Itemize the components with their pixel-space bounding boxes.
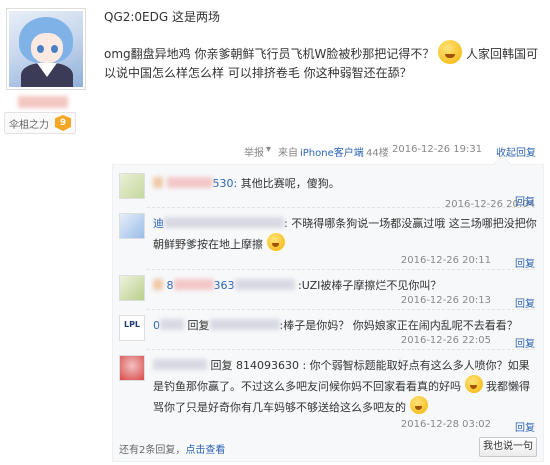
source-link[interactable]: iPhone客户端 <box>300 144 364 159</box>
user-icon-blurred <box>153 279 163 290</box>
more-replies-text: 还有2条回复， <box>119 445 186 456</box>
reply-avatar[interactable] <box>119 213 145 239</box>
grin-emoji-icon <box>266 233 285 251</box>
post-body-text-1: omg翻盘异地鸡 你亲爹朝鲜飞行员飞机W脸被秒那把记得不？ <box>104 47 435 61</box>
reply-time: 2016-12-26 22:05 <box>400 335 491 346</box>
reply-avatar[interactable] <box>119 355 145 381</box>
laugh-emoji-icon <box>409 396 428 414</box>
post-content: QG2:0EDG 这是两场 omg翻盘异地鸡 你亲爹朝鲜飞行员飞机W脸被秒那把记… <box>104 8 544 83</box>
reply-prefix: 回复 <box>187 319 210 332</box>
reply-avatar[interactable]: LPL <box>119 315 145 341</box>
post-title: QG2:0EDG 这是两场 <box>104 10 220 24</box>
reply-button[interactable]: 回复 <box>515 419 535 434</box>
reply-username-blurred[interactable] <box>153 359 207 370</box>
reply-content: 其他比赛呢，傻狗。 <box>240 177 340 190</box>
reply-content: :棒子是你妈？ 你妈娘家正在闹内乱呢不去看看？ <box>279 319 518 332</box>
reply-text: 0 回复 :棒子是你妈？ 你妈娘家正在闹内乱呢不去看看？ <box>153 317 537 335</box>
reply-time: 2016-12-26 20:11 <box>400 255 491 266</box>
chevron-down-icon[interactable]: ▾ <box>266 144 271 155</box>
badge-level-icon: 9 <box>55 115 71 131</box>
view-more-link[interactable]: 点击查看 <box>185 445 225 456</box>
reply-username-head[interactable]: 8 <box>167 279 174 292</box>
floor-number: 44楼 <box>366 148 389 159</box>
reply-content: :UZI被棒子摩擦烂不见你叫？ <box>298 279 442 292</box>
source-prefix: 来自 <box>278 148 298 159</box>
divider <box>147 207 535 208</box>
reply-username-blurred-2[interactable] <box>234 279 295 290</box>
reply-username-blurred[interactable] <box>164 217 284 228</box>
reply-button[interactable]: 回复 <box>515 295 535 310</box>
reply-text: 迪: 不晓得哪条狗说一场都没赢过哦 这三场哪把没把你朝鲜野爹按在地上摩擦 <box>153 217 537 251</box>
reply-avatar[interactable] <box>119 275 145 301</box>
post-time: 2016-12-26 19:31 <box>392 144 483 155</box>
surprised-emoji-icon <box>438 40 463 64</box>
reply-button[interactable]: 回复 <box>515 255 535 270</box>
divider <box>147 309 535 310</box>
reply-username-blurred[interactable] <box>160 319 184 330</box>
reply-list: 530: 其他比赛呢，傻狗。 2016-12-26 20:04 回复 迪: 不晓… <box>112 164 544 462</box>
reply-username-blurred[interactable] <box>173 279 214 290</box>
divider <box>147 349 535 350</box>
reply-text: 530: 其他比赛呢，傻狗。 <box>153 175 537 193</box>
reply-target-blurred[interactable] <box>209 319 280 330</box>
reply-username-head[interactable]: 迪 <box>153 217 164 230</box>
reply-time: 2016-12-28 03:02 <box>400 419 491 430</box>
reply-username-tail[interactable]: 530: <box>213 177 238 190</box>
divider <box>147 269 535 270</box>
reply-button[interactable]: 回复 <box>515 193 535 208</box>
grin-emoji-icon <box>464 375 483 393</box>
author-panel: 伞柤之力 9 <box>0 0 92 465</box>
reply-compose-button[interactable]: 我也说一句 <box>479 437 537 457</box>
reply-time: 2016-12-26 20:13 <box>400 295 491 306</box>
reply-avatar[interactable] <box>119 173 145 199</box>
report-link[interactable]: 举报 <box>244 144 264 159</box>
badge-name: 伞柤之力 <box>9 119 49 131</box>
post-body: omg翻盘异地鸡 你亲爹朝鲜飞行员飞机W脸被秒那把记得不？ 人家回韩国可以说中国… <box>104 40 544 83</box>
reply-username-blurred[interactable] <box>166 177 213 188</box>
reply-username-mid[interactable]: 363 <box>214 279 235 292</box>
more-replies: 还有2条回复，点击查看 <box>119 441 225 456</box>
post-meta: 举报 ▾ 来自 iPhone客户端 44楼 2016-12-26 19:31 收… <box>220 144 542 160</box>
member-badge[interactable]: 伞柤之力 9 <box>4 112 76 134</box>
reply-text: 8 363 :UZI被棒子摩擦烂不见你叫？ <box>153 277 537 295</box>
reply-text: 回复 814093630 : 你个弱智标题能取好点有这么多人喷你？如果是钓鱼那你… <box>153 357 537 417</box>
user-icon-blurred <box>153 177 163 188</box>
reply-button[interactable]: 回复 <box>515 335 535 350</box>
reply-username-head[interactable]: 0 <box>153 319 160 332</box>
author-username-blurred[interactable] <box>18 96 68 108</box>
author-avatar[interactable] <box>6 8 86 90</box>
